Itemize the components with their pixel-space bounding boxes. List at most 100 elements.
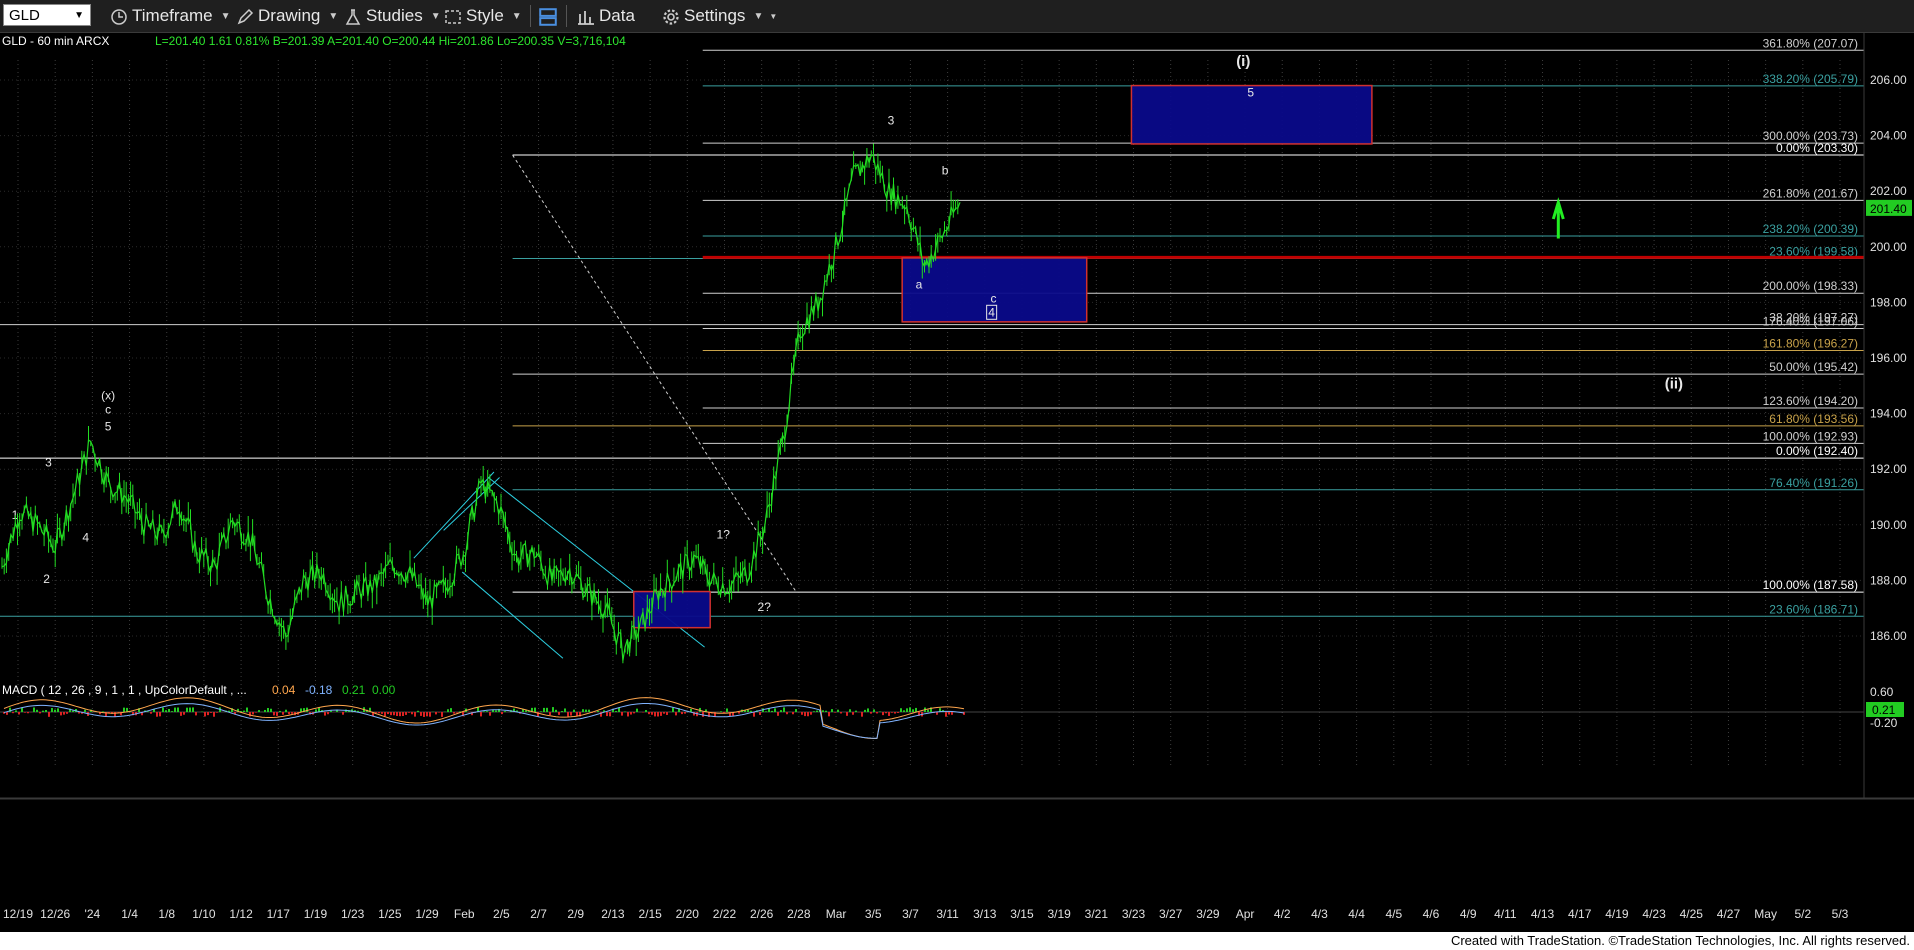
price-tick-label: 188.00 <box>1870 573 1907 587</box>
pencil-icon <box>237 8 254 24</box>
x-tick-label: 1/8 <box>158 907 175 921</box>
macd-signal-line <box>3 697 965 739</box>
x-tick-label: Mar <box>826 907 847 921</box>
fib-level-label: 0.00% (203.30) <box>1776 141 1858 155</box>
data-menu[interactable]: Data <box>577 4 635 28</box>
x-tick-label: 3/15 <box>1010 907 1034 921</box>
wave-label: (i) <box>1236 53 1250 70</box>
credit-text: Created with TradeStation. ©TradeStation… <box>1450 933 1910 948</box>
fib-level-label: 238.20% (200.39) <box>1763 222 1858 236</box>
toolbar-divider <box>530 5 531 27</box>
chart-symbol-line: GLD - 60 min ARCX <box>2 34 109 48</box>
wave-label: 4 <box>988 305 995 319</box>
footer: Created with TradeStation. ©TradeStation… <box>0 932 1914 950</box>
settings-menu[interactable]: Settings ▼ ▼ <box>662 4 777 28</box>
x-tick-label: 1/4 <box>121 907 138 921</box>
x-tick-label: 2/26 <box>750 907 774 921</box>
layout-icon <box>539 7 557 26</box>
macd-panel <box>0 697 1864 739</box>
chevron-down-icon: ▼ <box>753 10 764 22</box>
price-tick-label: 186.00 <box>1870 629 1907 643</box>
x-tick-label: 12/26 <box>40 907 70 921</box>
timeframe-label: Timeframe <box>132 6 213 25</box>
macd-value-1: 0.04 <box>272 683 296 697</box>
x-tick-label: 2/9 <box>567 907 584 921</box>
chart-canvas[interactable]: 361.80% (207.07)338.20% (205.79)300.00% … <box>0 32 1914 932</box>
drawing-label: Drawing <box>258 6 321 25</box>
wave-label: 3 <box>45 455 52 469</box>
x-tick-label: 1/23 <box>341 907 365 921</box>
x-tick-label: 4/19 <box>1605 907 1629 921</box>
x-tick-label: Apr <box>1236 907 1255 921</box>
x-tick-label: 3/7 <box>902 907 919 921</box>
flask-icon <box>345 8 361 25</box>
wave-label: (x) <box>101 389 115 403</box>
wave-label: c <box>991 291 997 305</box>
price-tick-label: 190.00 <box>1870 518 1907 532</box>
macd-value-4: 0.00 <box>372 683 396 697</box>
fib-level-label: 338.20% (205.79) <box>1763 72 1858 86</box>
price-tick-label: 206.00 <box>1870 73 1907 87</box>
price-tick-label: 192.00 <box>1870 462 1907 476</box>
macd-label: MACD ( 12 , 26 , 9 , 1 , 1 , UpColorDefa… <box>2 683 247 697</box>
macd-tick-label: -0.20 <box>1870 716 1898 730</box>
wave-label: 3 <box>888 113 895 127</box>
drawing-menu[interactable]: Drawing ▼ <box>236 4 338 28</box>
studies-menu[interactable]: Studies ▼ <box>344 4 441 28</box>
wave-label: 4 <box>82 530 89 544</box>
fib-level-label: 100.00% (187.58) <box>1763 578 1858 592</box>
x-tick-label: 4/17 <box>1568 907 1592 921</box>
x-tick-label: '24 <box>85 907 101 921</box>
price-tick-label: 202.00 <box>1870 184 1907 198</box>
x-tick-label: 2/22 <box>713 907 737 921</box>
x-tick-label: 3/29 <box>1196 907 1220 921</box>
wave-label: 2? <box>758 600 772 614</box>
x-tick-label: 5/3 <box>1832 907 1849 921</box>
studies-label: Studies <box>366 6 423 25</box>
layout-button[interactable] <box>537 4 563 28</box>
x-tick-label: 1/25 <box>378 907 402 921</box>
fib-level-label: 0.00% (192.40) <box>1776 444 1858 458</box>
price-tick-label: 198.00 <box>1870 295 1907 309</box>
x-tick-label: 2/28 <box>787 907 811 921</box>
x-tick-label: 4/9 <box>1460 907 1477 921</box>
fib-level-label: 200.00% (198.33) <box>1763 279 1858 293</box>
x-tick-label: 3/13 <box>973 907 997 921</box>
fib-level-label: 50.00% (195.42) <box>1769 360 1858 374</box>
channel-line <box>443 477 500 531</box>
style-menu[interactable]: Style ▼ <box>444 4 522 28</box>
chevron-down-icon: ▼ <box>430 10 441 22</box>
price-tick-label: 194.00 <box>1870 407 1907 421</box>
fib-level-label: 361.80% (207.07) <box>1763 36 1858 50</box>
x-tick-label: 2/5 <box>493 907 510 921</box>
chevron-down-icon: ▼ <box>74 10 84 21</box>
x-tick-label: 4/27 <box>1717 907 1741 921</box>
wave-label: c <box>105 403 111 417</box>
price-tick-label: 196.00 <box>1870 351 1907 365</box>
style-label: Style <box>466 6 504 25</box>
wave-label: (ii) <box>1665 376 1683 393</box>
macd-value-3: 0.21 <box>342 683 366 697</box>
style-icon <box>445 9 461 24</box>
macd-current-label: 0.21 <box>1872 703 1896 717</box>
chevron-down-icon: ▼ <box>328 10 339 22</box>
diagonal-trend-line <box>512 154 797 592</box>
fib-level-label: 23.60% (186.71) <box>1769 602 1858 616</box>
grid-lines <box>0 60 1864 767</box>
clock-icon <box>111 8 127 25</box>
symbol-input[interactable]: GLD ▼ <box>3 4 91 26</box>
toolbar: GLD ▼ Timeframe ▼ Drawing ▼ Studies ▼ Style… <box>0 0 1914 33</box>
fib-level-label: 123.60% (194.20) <box>1763 394 1858 408</box>
x-tick-label: 3/5 <box>865 907 882 921</box>
x-tick-label: 4/5 <box>1385 907 1402 921</box>
x-tick-label: Feb <box>454 907 475 921</box>
x-tick-label: 4/3 <box>1311 907 1328 921</box>
price-tick-label: 200.00 <box>1870 240 1907 254</box>
price-tick-label: 204.00 <box>1870 129 1907 143</box>
toolbar-divider <box>566 5 567 27</box>
up-arrow-icon <box>1551 197 1565 239</box>
x-tick-label: 3/21 <box>1085 907 1109 921</box>
timeframe-menu[interactable]: Timeframe ▼ <box>110 4 231 28</box>
chevron-down-icon: ▼ <box>511 10 522 22</box>
x-tick-label: 4/4 <box>1348 907 1365 921</box>
